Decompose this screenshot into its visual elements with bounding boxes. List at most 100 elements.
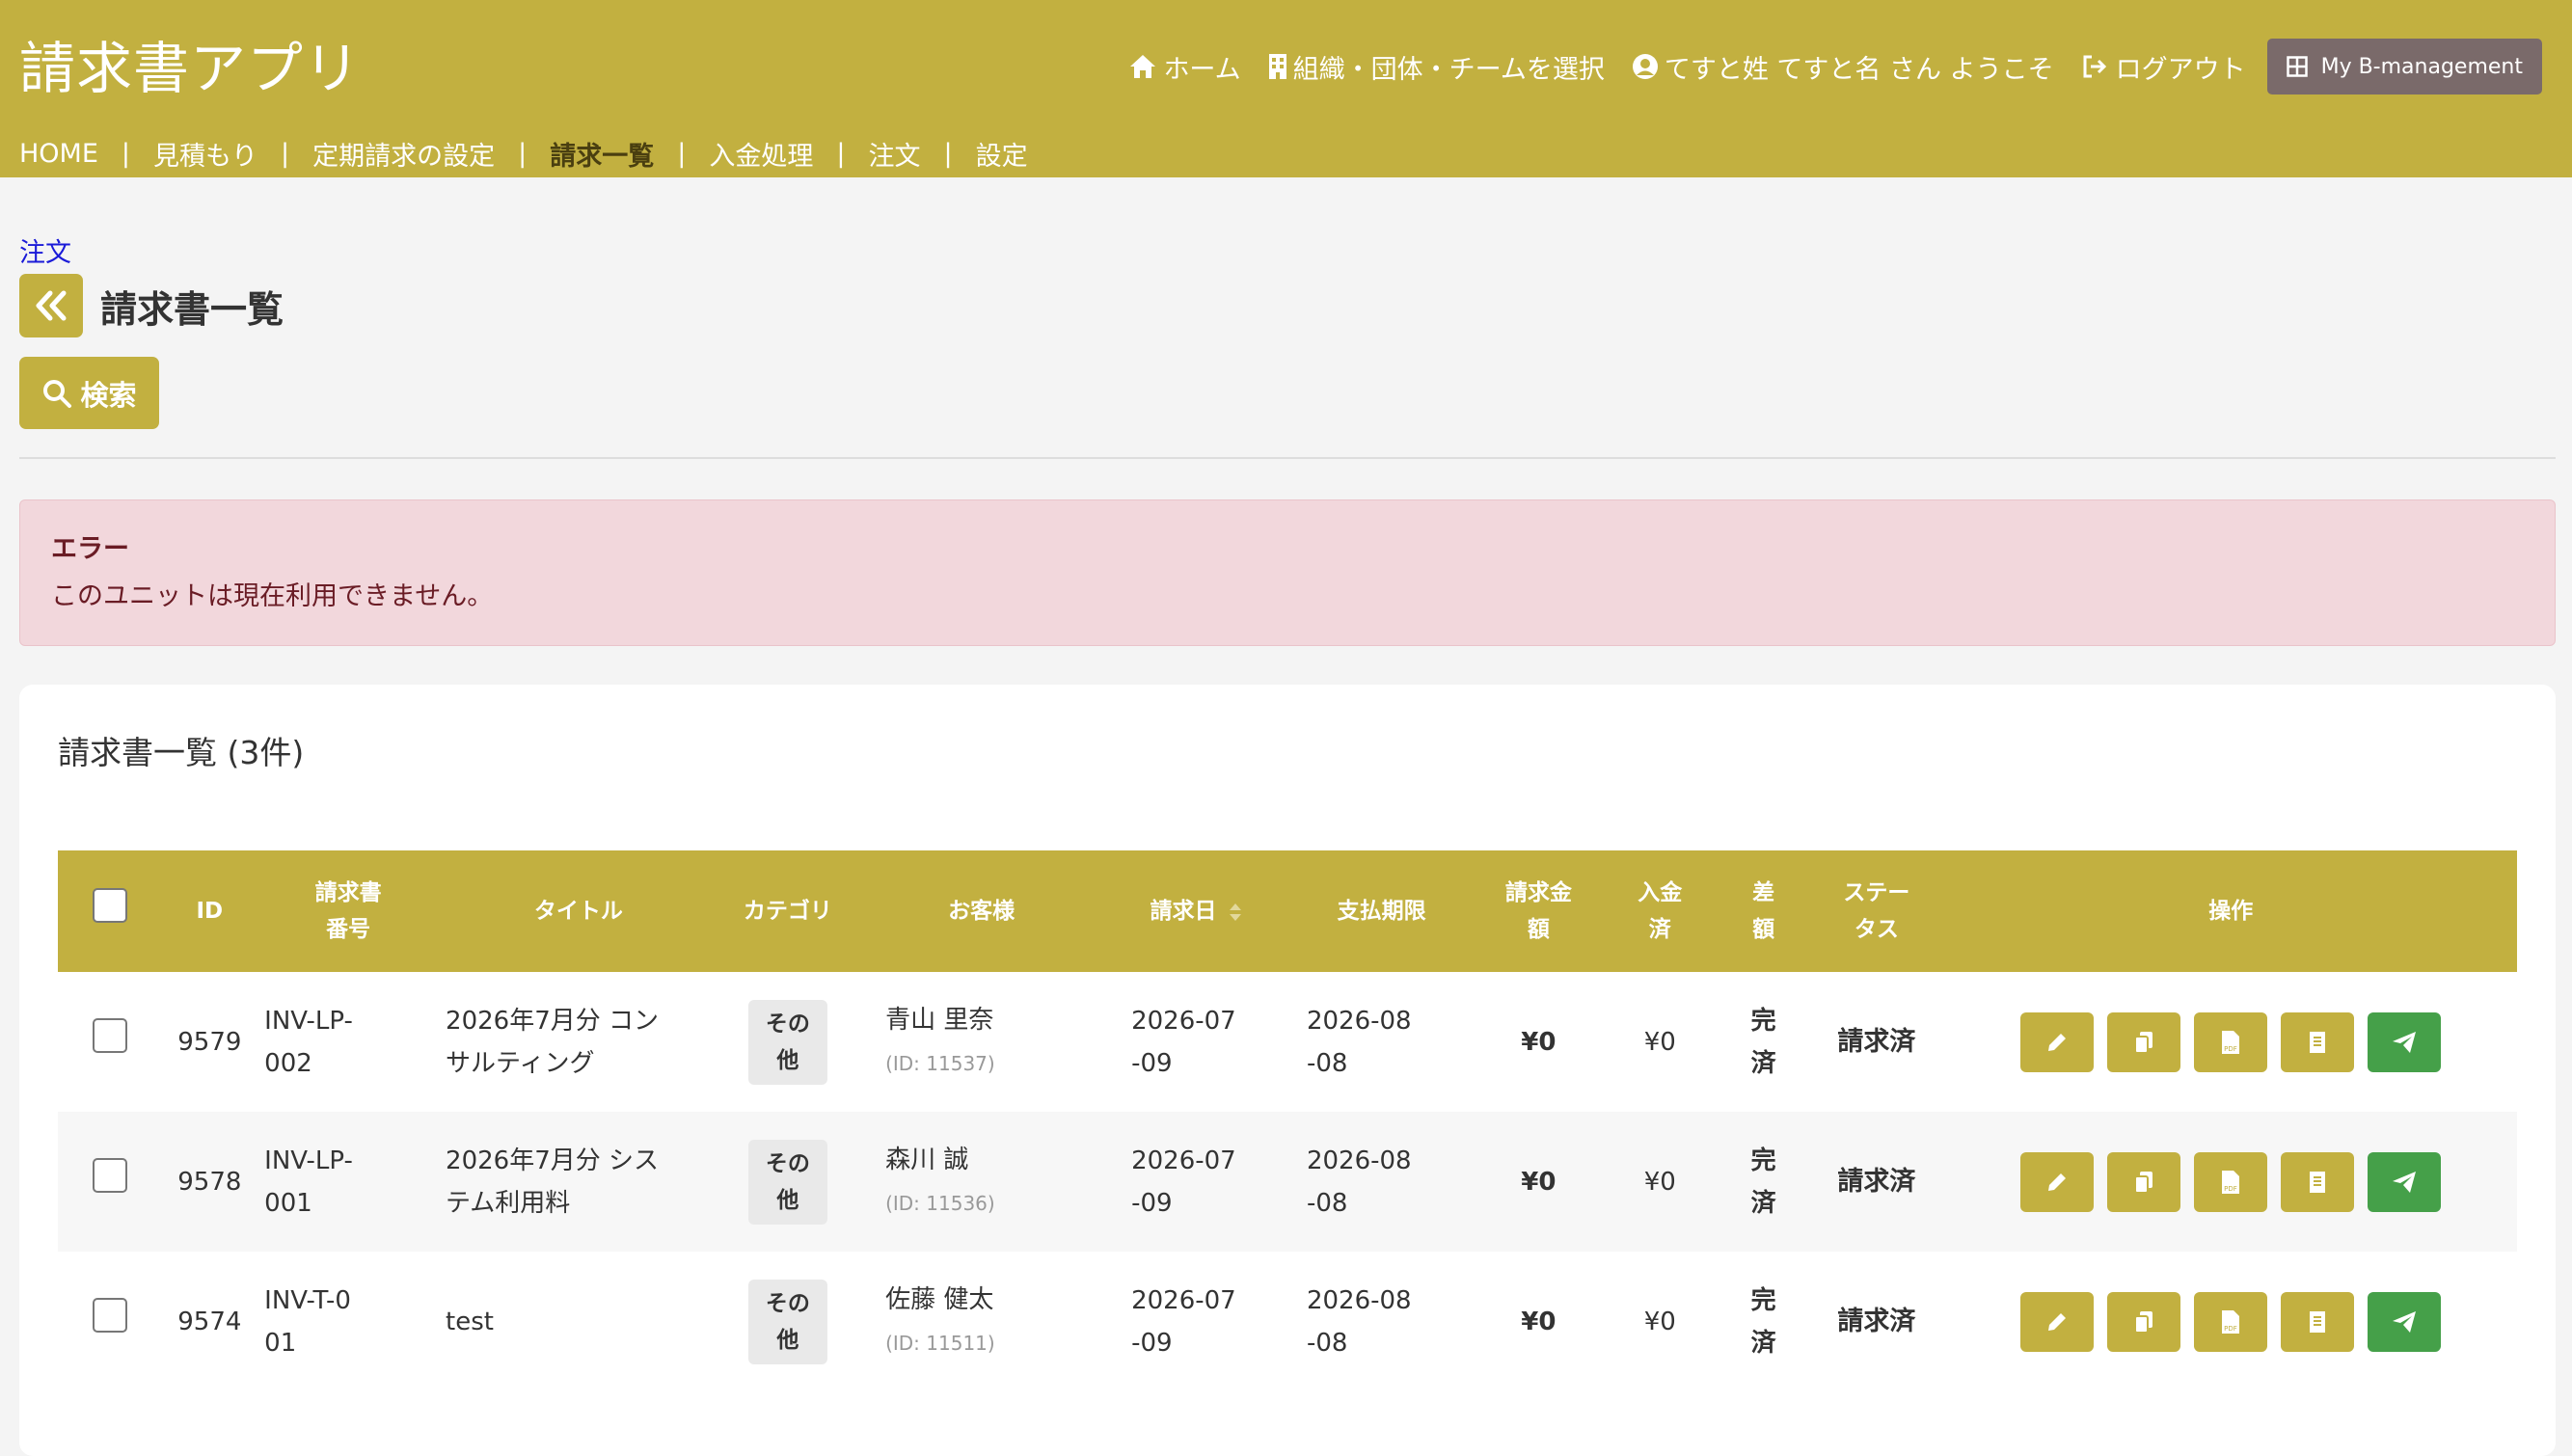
nav-separator: | [121,139,131,169]
invoice-list-card: 請求書一覧 (3件) ID 請求書番号 タイトル カテゴリ お客様 請求日 支払… [19,685,2556,1456]
customer-name: 青山 里奈 [885,1006,994,1035]
column-header-number[interactable]: 請求書番号 [257,850,440,972]
app-header: 請求書アプリ ホーム 組織・団体・チームを選択 てすと姓 てすと名 さん ようこ… [0,0,2572,177]
cell-ops: PDF [1944,972,2517,1112]
cell-status: 請求済 [1837,1026,1916,1057]
main-nav-item-estimate[interactable]: 見積もり [153,135,257,173]
main-nav-item-recurring[interactable]: 定期請求の設定 [312,135,495,173]
copy-button[interactable] [2107,1291,2181,1352]
nav-user[interactable]: てすと姓 てすと名 さん ようこそ [1632,48,2054,86]
row-actions: PDF [1944,1291,2517,1352]
category-badge: その他 [747,1279,827,1364]
due-date-text: 2026-08-08 [1306,1285,1412,1358]
my-bmanagement-button[interactable]: My B-management [2266,39,2542,94]
send-button[interactable] [2368,1291,2442,1352]
send-button[interactable] [2368,1151,2442,1212]
due-date-text: 2026-08-08 [1306,1006,1412,1078]
cell-status: 請求済 [1837,1166,1916,1197]
pdf-button[interactable]: PDF [2194,1011,2268,1072]
svg-text:PDF: PDF [2224,1045,2237,1053]
nav-separator: | [677,139,687,169]
receipt-button[interactable] [2281,1151,2355,1212]
receipt-button[interactable] [2281,1011,2355,1072]
main-nav-item-home[interactable]: HOME [19,139,98,169]
column-header-category[interactable]: カテゴリ [717,850,858,972]
pdf-button[interactable]: PDF [2194,1151,2268,1212]
category-badge-text: その他 [765,1011,810,1073]
column-header-amount-label: 請求金額 [1504,880,1572,942]
cell-id: 9579 [177,1027,242,1057]
nav-org-select[interactable]: 組織・団体・チームを選択 [1268,48,1605,86]
column-header-customer[interactable]: お客様 [858,850,1104,972]
invoice-date-text: 2026-07-09 [1131,1006,1236,1078]
cell-customer: 佐藤 健太 (ID: 11511) [858,1252,1104,1391]
cell-ops: PDF [1944,1252,2517,1391]
customer-name: 森川 誠 [885,1146,969,1174]
table-row[interactable]: 9574 INV-T-001 test その他 佐藤 健太 (ID: 11511)… [58,1252,2517,1391]
receipt-icon [2310,1031,2326,1053]
edit-button[interactable] [2020,1151,2095,1212]
column-header-diff[interactable]: 差額 [1719,850,1808,972]
column-header-due-date[interactable]: 支払期限 [1287,850,1476,972]
search-button[interactable]: 検索 [19,357,159,429]
invoice-table: ID 請求書番号 タイトル カテゴリ お客様 請求日 支払期限 請求金額 入金済… [58,850,2517,1391]
edit-button[interactable] [2020,1011,2095,1072]
search-button-label: 検索 [80,378,137,412]
nav-org-select-label: 組織・団体・チームを選択 [1292,54,1605,85]
nav-home[interactable]: ホーム [1128,48,1241,86]
cell-customer: 森川 誠 (ID: 11536) [858,1112,1104,1252]
cell-number: INV-LP-001 [257,1112,440,1252]
table-row[interactable]: 9579 INV-LP-002 2026年7月分 コンサルティング その他 青山… [58,972,2517,1112]
nav-home-label: ホーム [1163,54,1241,85]
main-nav-item-payment[interactable]: 入金処理 [709,135,813,173]
select-all-checkbox[interactable] [93,888,128,923]
cell-amount: ¥0 [1521,1167,1557,1197]
main-nav-item-order[interactable]: 注文 [868,135,920,173]
row-select-cell [58,972,163,1112]
cell-diff: 完済 [1719,972,1808,1112]
row-actions: PDF [1944,1011,2517,1072]
cell-number: INV-LP-002 [257,972,440,1112]
row-checkbox[interactable] [93,1297,128,1333]
pdf-icon: PDF [2222,1170,2240,1194]
invoice-date-text: 2026-07-09 [1131,1285,1236,1358]
column-header-title[interactable]: タイトル [440,850,717,972]
column-header-paid[interactable]: 入金済 [1601,850,1719,972]
table-row[interactable]: 9578 INV-LP-001 2026年7月分 システム利用料 その他 森川 … [58,1112,2517,1252]
row-checkbox[interactable] [93,1157,128,1193]
column-header-invoice-date[interactable]: 請求日 [1104,850,1287,972]
copy-icon [2134,1310,2153,1334]
copy-button[interactable] [2107,1151,2181,1212]
column-header-id[interactable]: ID [163,850,257,972]
cell-number-text: INV-LP-001 [264,1146,353,1218]
category-badge-text: その他 [765,1290,810,1353]
nav-logout[interactable]: ログアウト [2081,48,2246,86]
main-nav-item-settings[interactable]: 設定 [976,135,1028,173]
receipt-icon [2310,1310,2326,1333]
receipt-button[interactable] [2281,1291,2355,1352]
send-button[interactable] [2368,1011,2442,1072]
back-button[interactable] [19,274,83,337]
cell-title: test [440,1252,717,1391]
cell-paid: ¥0 [1643,1027,1676,1057]
cell-amount: ¥0 [1521,1307,1557,1336]
column-header-status-label: ステータス [1843,880,1910,942]
copy-button[interactable] [2107,1011,2181,1072]
pdf-button[interactable]: PDF [2194,1291,2268,1352]
diff-text: 完済 [1750,1285,1776,1358]
row-checkbox[interactable] [93,1017,128,1053]
logout-icon [2083,55,2106,78]
home-icon [1130,55,1156,78]
edit-button[interactable] [2020,1291,2095,1352]
app-title[interactable]: 請求書アプリ [19,23,361,104]
column-header-diff-label: 差額 [1752,880,1775,942]
grid-icon [2286,56,2308,77]
cell-amount: ¥0 [1521,1027,1557,1057]
column-header-amount[interactable]: 請求金額 [1476,850,1601,972]
send-icon [2393,1171,2417,1193]
column-header-status[interactable]: ステータス [1808,850,1944,972]
main-nav-item-invoice-list[interactable]: 請求一覧 [550,135,654,173]
breadcrumb-link[interactable]: 注文 [19,231,71,269]
page-title: 請求書一覧 [100,288,284,331]
column-header-paid-label: 入金済 [1638,880,1683,942]
